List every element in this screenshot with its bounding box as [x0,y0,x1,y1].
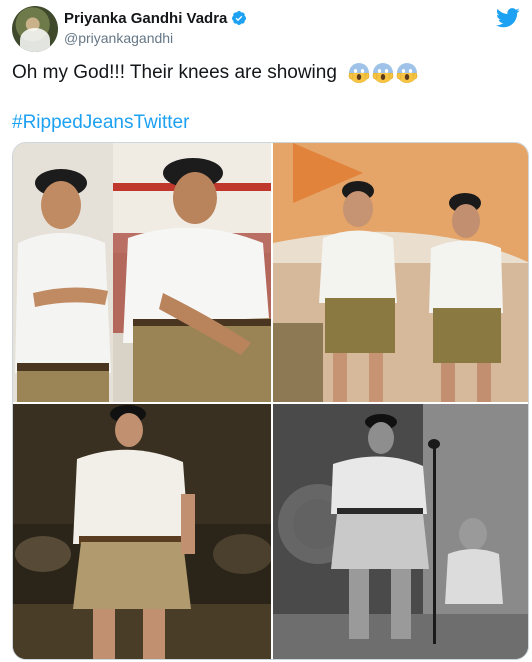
display-name[interactable]: Priyanka Gandhi Vadra [64,10,227,27]
tweet-body: Oh my God!!! Their knees are showing [12,62,337,84]
verified-badge-icon [232,11,247,25]
screaming-face-emoji-icon [348,63,370,83]
photo-top-right[interactable] [273,143,528,402]
user-handle[interactable]: @priyankagandhi [64,30,247,46]
hashtag-link[interactable]: #RippedJeansTwitter [12,112,189,134]
screaming-face-emoji-icon [396,63,418,83]
twitter-bird-icon[interactable] [496,8,520,28]
photo-bottom-right[interactable] [273,404,528,659]
screaming-face-emoji-icon [372,63,394,83]
photo-bottom-left[interactable] [13,404,271,659]
display-name-row: Priyanka Gandhi Vadra [64,8,247,28]
author-block: Priyanka Gandhi Vadra @priyankagandhi [64,8,247,46]
media-grid [12,142,529,660]
tweet-text: Oh my God!!! Their knees are showing [12,62,418,84]
tweet-header: Priyanka Gandhi Vadra @priyankagandhi [12,6,520,52]
avatar[interactable] [12,6,58,52]
photo-top-left[interactable] [13,143,271,402]
tweet-card: Priyanka Gandhi Vadra @priyankagandhi Oh… [0,0,532,662]
emoji-group [348,62,418,84]
